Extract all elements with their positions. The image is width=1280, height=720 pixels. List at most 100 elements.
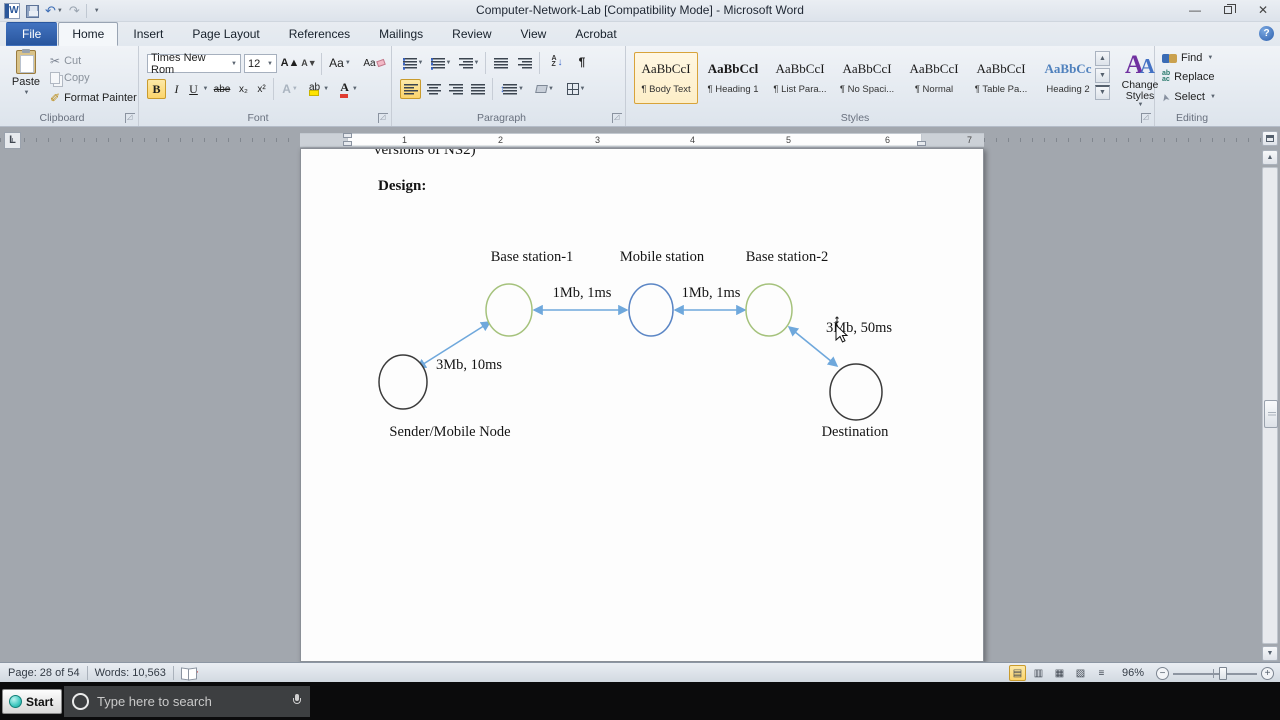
first-line-indent-marker[interactable] bbox=[343, 133, 352, 138]
styles-scroll-down-button[interactable]: ▼ bbox=[1095, 68, 1110, 83]
cut-button[interactable]: ✂ Cut bbox=[50, 54, 81, 68]
scroll-down-button[interactable]: ▼ bbox=[1262, 646, 1278, 661]
copy-button[interactable]: Copy bbox=[50, 72, 90, 84]
microphone-icon[interactable] bbox=[293, 694, 301, 705]
minimize-button[interactable]: — bbox=[1178, 0, 1212, 22]
document-page[interactable]: versions of NS2) Design: Base station-1 M… bbox=[300, 148, 984, 662]
increase-indent-button[interactable] bbox=[514, 53, 536, 73]
restore-button[interactable] bbox=[1212, 0, 1246, 22]
fullscreen-reading-view-button[interactable]: ▥ bbox=[1030, 665, 1047, 681]
zoom-slider[interactable] bbox=[1173, 666, 1257, 680]
format-painter-button[interactable]: ✐ Format Painter bbox=[50, 91, 137, 105]
font-dialog-launcher[interactable] bbox=[378, 113, 388, 123]
numbering-icon bbox=[430, 57, 445, 69]
align-right-button[interactable] bbox=[445, 79, 466, 99]
zoom-out-button[interactable]: − bbox=[1156, 666, 1169, 680]
underline-caret-icon[interactable]: ▼ bbox=[201, 79, 210, 99]
change-case-button[interactable]: Aa ▼ bbox=[327, 53, 353, 73]
style-label: ¶ Normal bbox=[914, 84, 954, 95]
design-diagram[interactable]: Base station-1 Mobile station Base station… bbox=[301, 149, 984, 662]
diagram-label-3: 1Mb, 1ms bbox=[553, 285, 612, 301]
scroll-up-button[interactable]: ▲ bbox=[1262, 150, 1278, 165]
bullets-button[interactable]: ▼ bbox=[400, 53, 426, 73]
style-normal[interactable]: AaBbCcI ¶ Normal bbox=[902, 52, 966, 104]
font-size-combo[interactable]: 12 ▼ bbox=[244, 54, 277, 73]
style-body-text[interactable]: AaBbCcI ¶ Body Text bbox=[634, 52, 698, 104]
scrollbar-thumb[interactable] bbox=[1264, 400, 1278, 428]
find-button[interactable]: Find ▼ bbox=[1162, 52, 1213, 64]
strikethrough-button[interactable]: abe bbox=[211, 79, 233, 99]
style-heading-1[interactable]: AaBbCcl ¶ Heading 1 bbox=[701, 52, 765, 104]
paste-icon bbox=[16, 49, 36, 74]
tab-references[interactable]: References bbox=[275, 22, 364, 46]
subscript-button[interactable]: x₂ bbox=[235, 79, 252, 99]
paste-button[interactable]: Paste ▼ bbox=[6, 49, 46, 96]
taskbar-search-box[interactable]: Type here to search bbox=[64, 686, 310, 717]
vertical-scrollbar[interactable]: ▲ ▼ bbox=[1262, 131, 1279, 661]
underline-button[interactable]: U bbox=[186, 79, 201, 99]
superscript-button[interactable]: x² bbox=[253, 79, 270, 99]
paragraph-dialog-launcher[interactable] bbox=[612, 113, 622, 123]
italic-button[interactable]: I bbox=[168, 79, 185, 99]
proofing-errors-icon[interactable]: ✗ bbox=[181, 667, 199, 680]
outline-view-button[interactable]: ▧ bbox=[1072, 665, 1089, 681]
style-heading-2[interactable]: AaBbCc Heading 2 bbox=[1036, 52, 1100, 104]
left-indent-marker[interactable] bbox=[343, 141, 352, 146]
help-button[interactable]: ? bbox=[1259, 26, 1274, 41]
close-button[interactable]: ✕ bbox=[1246, 0, 1280, 22]
replace-button[interactable]: ab ac Replace bbox=[1162, 70, 1215, 83]
scrollbar-track[interactable] bbox=[1262, 167, 1278, 644]
font-name-caret-icon[interactable]: ▼ bbox=[231, 61, 237, 67]
styles-dialog-launcher[interactable] bbox=[1141, 113, 1151, 123]
horizontal-ruler[interactable]: 1 2 3 4 5 6 7 bbox=[0, 133, 1262, 147]
tab-view[interactable]: View bbox=[507, 22, 561, 46]
right-indent-marker[interactable] bbox=[917, 141, 926, 146]
tab-file[interactable]: File bbox=[6, 22, 58, 46]
text-effects-button[interactable]: A ▼ bbox=[278, 79, 302, 99]
decrease-indent-button[interactable] bbox=[490, 53, 512, 73]
diagram-label-1: Mobile station bbox=[620, 249, 705, 265]
select-button[interactable]: ➤ Select ▼ bbox=[1160, 91, 1216, 103]
page-indicator[interactable]: Page: 28 of 54 bbox=[8, 667, 80, 679]
styles-scroll-up-button[interactable]: ▲ bbox=[1095, 51, 1110, 66]
font-name-combo[interactable]: Times New Rom ▼ bbox=[147, 52, 241, 76]
style-no-spaci[interactable]: AaBbCcI ¶ No Spaci... bbox=[835, 52, 899, 104]
grow-font-button[interactable]: A▲ bbox=[281, 53, 300, 73]
shrink-font-button[interactable]: A▼ bbox=[300, 53, 318, 73]
font-color-button[interactable]: A ▼ bbox=[336, 79, 362, 99]
sort-button[interactable]: AZ ↓ bbox=[545, 52, 569, 72]
zoom-in-button[interactable]: + bbox=[1261, 666, 1274, 680]
ruler-toggle-button[interactable] bbox=[1262, 131, 1278, 146]
tab-home[interactable]: Home bbox=[58, 22, 119, 46]
zoom-slider-thumb[interactable] bbox=[1219, 666, 1227, 680]
line-spacing-button[interactable]: ↕ ▼ bbox=[497, 79, 527, 99]
align-center-button[interactable] bbox=[423, 79, 444, 99]
style-table-pa[interactable]: AaBbCcI ¶ Table Pa... bbox=[969, 52, 1033, 104]
style-list-para[interactable]: AaBbCcI ¶ List Para... bbox=[768, 52, 832, 104]
start-button[interactable]: Start bbox=[2, 689, 62, 714]
clipboard-dialog-launcher[interactable] bbox=[125, 113, 135, 123]
justify-button[interactable] bbox=[467, 79, 488, 99]
clear-formatting-button[interactable]: Aa bbox=[361, 53, 387, 73]
highlight-button[interactable]: ab ▼ bbox=[305, 79, 333, 99]
font-size-caret-icon[interactable]: ▼ bbox=[267, 61, 273, 67]
zoom-level[interactable]: 96% bbox=[1122, 667, 1144, 679]
styles-more-button[interactable]: ▼ bbox=[1095, 85, 1110, 100]
tab-mailings[interactable]: Mailings bbox=[365, 22, 437, 46]
bold-button[interactable]: B bbox=[147, 79, 166, 99]
numbering-button[interactable]: ▼ bbox=[428, 53, 454, 73]
word-count[interactable]: Words: 10,563 bbox=[95, 667, 166, 679]
tab-page-layout[interactable]: Page Layout bbox=[178, 22, 273, 46]
web-layout-view-button[interactable]: ▦ bbox=[1051, 665, 1068, 681]
shading-button[interactable]: ▼ bbox=[531, 79, 559, 99]
tab-insert[interactable]: Insert bbox=[119, 22, 177, 46]
print-layout-view-button[interactable]: ▤ bbox=[1008, 665, 1026, 681]
draft-view-button[interactable]: ≡ bbox=[1093, 665, 1110, 681]
borders-button[interactable]: ▼ bbox=[562, 79, 590, 99]
tab-acrobat[interactable]: Acrobat bbox=[561, 22, 630, 46]
tab-review[interactable]: Review bbox=[438, 22, 505, 46]
align-left-button[interactable] bbox=[400, 79, 421, 99]
style-label: ¶ List Para... bbox=[773, 84, 827, 95]
multilevel-list-button[interactable]: ▼ bbox=[456, 53, 482, 73]
show-paragraph-marks-button[interactable]: ¶ bbox=[573, 52, 591, 72]
